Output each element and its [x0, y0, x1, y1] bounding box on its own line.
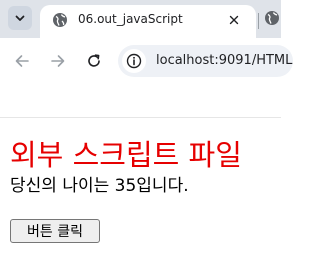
browser-window: 06.out_javaScript localhost:9091/HTML 외부… — [0, 0, 293, 269]
address-text: localhost:9091/HTML — [156, 53, 293, 68]
info-icon — [126, 53, 142, 69]
tab-strip: 06.out_javaScript — [0, 0, 281, 38]
age-message: 당신의 나이는 35입니다. — [10, 171, 189, 196]
globe-icon[interactable] — [264, 10, 280, 26]
site-info-button[interactable] — [122, 49, 146, 73]
arrow-right-icon — [51, 55, 65, 67]
tab-search-button[interactable] — [8, 6, 32, 30]
age-value: 35 — [114, 176, 137, 196]
browser-toolbar: localhost:9091/HTML — [0, 38, 293, 84]
click-button[interactable]: 버튼 클릭 — [10, 219, 100, 243]
reload-icon — [88, 54, 100, 67]
age-message-suffix: 입니다. — [136, 176, 189, 196]
toolbar-divider — [0, 117, 281, 118]
back-button[interactable] — [11, 50, 33, 72]
arrow-left-icon — [15, 55, 29, 67]
reload-button[interactable] — [83, 50, 105, 72]
address-bar[interactable]: localhost:9091/HTML — [118, 45, 293, 77]
chevron-down-icon — [15, 15, 25, 21]
tab-separator — [258, 13, 259, 29]
tab-active[interactable]: 06.out_javaScript — [40, 5, 256, 38]
tab-title: 06.out_javaScript — [78, 12, 183, 26]
age-message-prefix: 당신의 나이는 — [10, 176, 115, 196]
globe-icon — [53, 13, 67, 27]
page-heading: 외부 스크립트 파일 — [10, 138, 242, 172]
forward-button[interactable] — [47, 50, 69, 72]
tab-close-button[interactable] — [226, 12, 242, 28]
close-icon — [229, 15, 239, 25]
